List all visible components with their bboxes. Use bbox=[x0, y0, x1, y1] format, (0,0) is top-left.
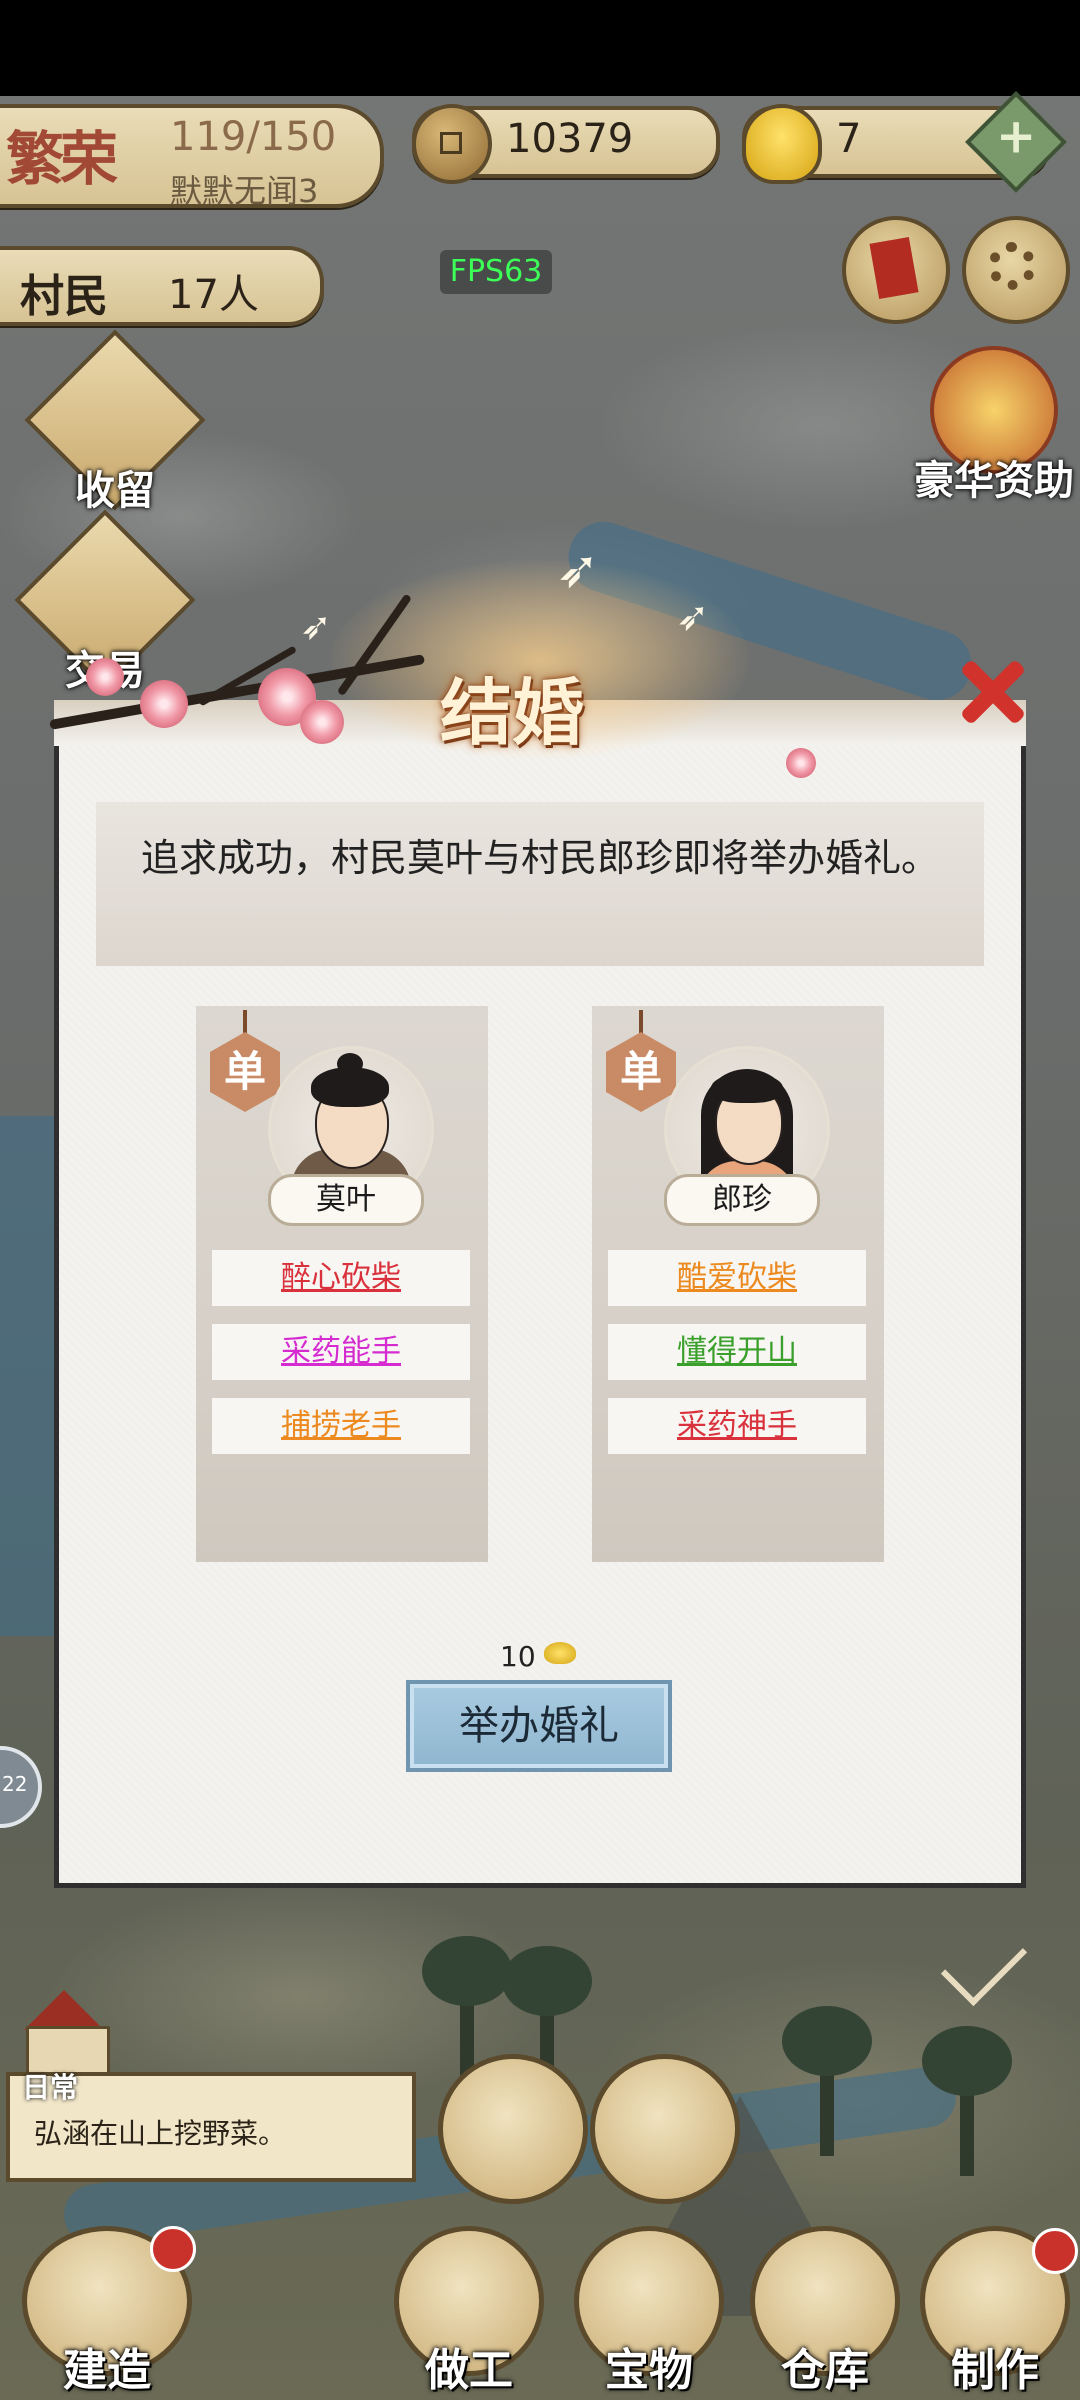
character-card-left: 单 莫叶 醉心砍柴 采药能手 捕捞老手 bbox=[196, 1006, 488, 1562]
bird: ➶ bbox=[300, 604, 332, 648]
message-text: 追求成功，村民莫叶与村民郎珍即将举办婚礼。 bbox=[140, 836, 939, 880]
shelter-label: 收留 bbox=[75, 468, 155, 514]
storage-button[interactable]: 仓库 bbox=[750, 2226, 900, 2396]
storage-label: 仓库 bbox=[781, 2345, 869, 2396]
rings-button[interactable] bbox=[438, 2054, 588, 2204]
tree bbox=[782, 2006, 872, 2156]
topknot bbox=[337, 1053, 363, 1075]
trait-2: 懂得开山 bbox=[608, 1324, 866, 1380]
prosperity-panel[interactable]: 繁荣 119/150 默默无闻3 bbox=[0, 104, 384, 210]
prosperity-rank: 默默无闻3 bbox=[170, 172, 319, 210]
sponsor-label: 豪华资助 bbox=[914, 458, 1074, 504]
prosperity-logo: 繁荣 bbox=[6, 125, 118, 193]
tag-string bbox=[639, 1010, 643, 1034]
bird: ➶ bbox=[676, 594, 710, 640]
plum-blossom bbox=[86, 658, 124, 696]
single-status-tag: 单 bbox=[210, 1032, 280, 1112]
pavilion-roof-icon bbox=[24, 1990, 104, 2030]
ingots-panel: 7 + bbox=[742, 91, 1067, 193]
treasure-button[interactable]: 宝物 bbox=[574, 2226, 724, 2396]
plum-blossom bbox=[786, 748, 816, 778]
villagers-panel[interactable]: 村民 17人 bbox=[0, 246, 324, 326]
pavilion-icon bbox=[590, 2054, 740, 2204]
tree bbox=[922, 2026, 1012, 2176]
gold-ingot-icon bbox=[742, 104, 822, 184]
character-name: 郎珍 bbox=[664, 1174, 820, 1226]
trait-1: 醉心砍柴 bbox=[212, 1250, 470, 1306]
bird: ➶ bbox=[556, 540, 600, 600]
dialog-title: 结婚 bbox=[440, 670, 585, 755]
gold-ingot-icon bbox=[544, 1642, 576, 1664]
trait-3: 捕捞老手 bbox=[212, 1398, 470, 1454]
side-timer-value: 22 bbox=[2, 1772, 28, 1796]
daily-label: 日常 bbox=[22, 2071, 79, 2104]
sponsor-button[interactable]: 豪华资助 bbox=[906, 346, 1080, 506]
close-button[interactable] bbox=[950, 650, 1030, 730]
prosperity-count: 119/150 bbox=[170, 114, 337, 160]
coins-value: 10379 bbox=[506, 116, 634, 162]
copper-coin-icon bbox=[412, 104, 492, 184]
pavilion-button[interactable] bbox=[590, 2054, 740, 2204]
plus-icon: + bbox=[995, 108, 1037, 165]
gear-icon bbox=[988, 242, 1036, 290]
trait-1: 酷爱砍柴 bbox=[608, 1250, 866, 1306]
ingots-value: 7 bbox=[836, 116, 862, 162]
wedding-cost: 10 bbox=[500, 1640, 536, 1673]
notification-dot bbox=[1032, 2228, 1078, 2274]
single-status-tag: 单 bbox=[606, 1032, 676, 1112]
work-button[interactable]: 做工 bbox=[394, 2226, 544, 2396]
craft-button[interactable]: 制作 bbox=[920, 2226, 1078, 2396]
message-box: 追求成功，村民莫叶与村民郎珍即将举办婚礼。 bbox=[96, 802, 984, 966]
rings-icon bbox=[438, 2054, 588, 2204]
notification-dot bbox=[150, 2226, 196, 2272]
build-label: 建造 bbox=[63, 2345, 151, 2396]
letter-icon bbox=[869, 236, 919, 300]
trait-3: 采药神手 bbox=[608, 1398, 866, 1454]
build-button[interactable]: 建造 bbox=[22, 2226, 196, 2396]
bangs bbox=[711, 1073, 783, 1103]
settings-button[interactable] bbox=[962, 216, 1070, 324]
status-bar bbox=[0, 0, 1080, 96]
plum-blossom bbox=[140, 680, 188, 728]
villagers-label: 村民 bbox=[20, 271, 108, 322]
work-label: 做工 bbox=[425, 2345, 513, 2396]
craft-label: 制作 bbox=[951, 2345, 1039, 2396]
villagers-count: 17人 bbox=[168, 272, 259, 318]
character-card-right: 单 郎珍 酷爱砍柴 懂得开山 采药神手 bbox=[592, 1006, 884, 1562]
plum-blossom bbox=[300, 700, 344, 744]
fps-counter: FPS63 bbox=[440, 250, 552, 294]
log-text: 弘涵在山上挖野菜。 bbox=[34, 2117, 287, 2150]
coins-panel: 10379 bbox=[412, 104, 720, 184]
treasure-label: 宝物 bbox=[605, 2345, 693, 2396]
tag-string bbox=[243, 1010, 247, 1034]
shelter-button[interactable]: 收留 bbox=[24, 329, 206, 516]
hold-wedding-button[interactable]: 举办婚礼 bbox=[406, 1680, 672, 1772]
letter-button[interactable] bbox=[842, 216, 950, 324]
character-name: 莫叶 bbox=[268, 1174, 424, 1226]
trait-2: 采药能手 bbox=[212, 1324, 470, 1380]
